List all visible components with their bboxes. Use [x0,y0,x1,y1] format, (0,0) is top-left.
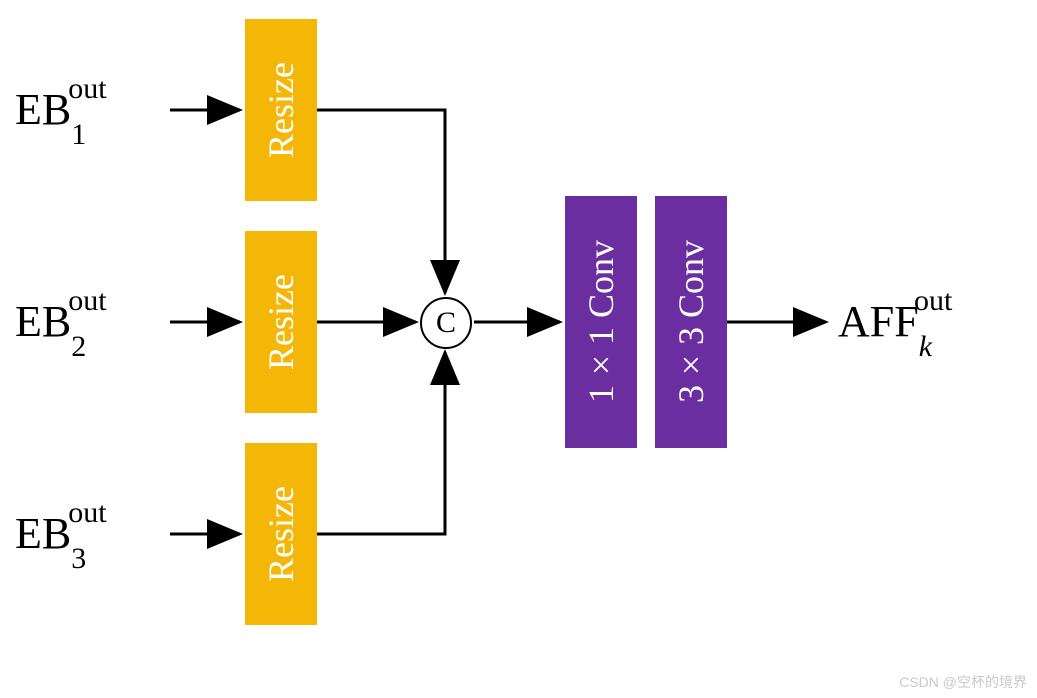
watermark-text: CSDN @空杯的境界 [899,672,1027,692]
output-base: AFF [838,297,919,346]
conv-block-1x1: 1×1 Conv [565,196,637,448]
resize-label: Resize [260,274,302,370]
input-sup: out [68,284,106,317]
input-base: EB [15,297,71,346]
input-base: EB [15,85,71,134]
resize-block-2: Resize [245,231,317,413]
resize-block-3: Resize [245,443,317,625]
input-label-eb3: EB3out [15,512,125,564]
concat-node: C [420,297,472,349]
conv-label: 3×3 Conv [670,240,712,403]
resize-block-1: Resize [245,19,317,201]
resize-label: Resize [260,486,302,582]
input-sub: 3 [71,542,86,575]
input-sup: out [68,72,106,105]
input-label-eb2: EB2out [15,300,125,352]
input-label-eb1: EB1out [15,88,125,140]
output-label-aff: AFFkout [838,300,970,352]
resize-label: Resize [260,62,302,158]
output-sub: k [919,330,932,363]
arrow-resize3-to-concat [317,352,445,534]
output-sup: out [914,284,952,317]
concat-symbol: C [436,306,456,340]
arrow-resize1-to-concat [317,110,445,293]
conv-block-3x3: 3×3 Conv [655,196,727,448]
input-sub: 1 [71,118,86,151]
input-sub: 2 [71,330,86,363]
input-base: EB [15,509,71,558]
input-sup: out [68,496,106,529]
conv-label: 1×1 Conv [580,240,622,403]
